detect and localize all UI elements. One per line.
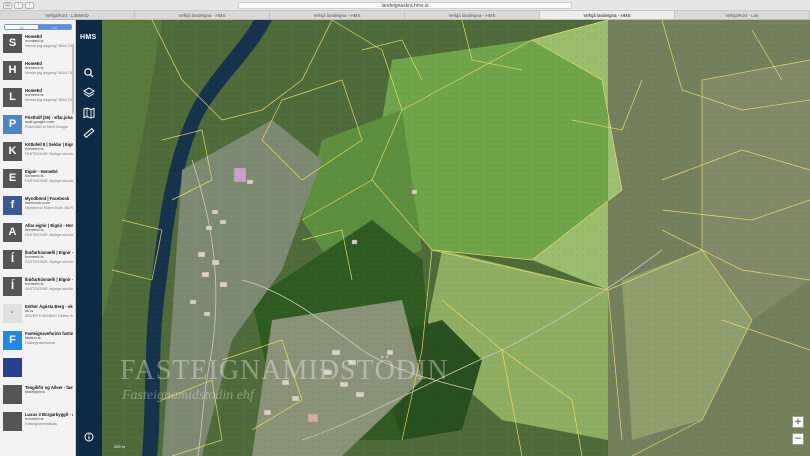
- site-thumbnail-icon: P: [3, 115, 22, 134]
- reading-list-item[interactable]: H HomeEd homeed.is Ventar þig aðgang? BÚA T…: [3, 61, 73, 85]
- browser-tab[interactable]: Vefsjá/Kort - L3M4ND: [0, 11, 135, 19]
- info-icon[interactable]: [82, 430, 96, 442]
- reading-list-item-text: Íbúðarhúsnæði | Eignir - HomeEdhomeed.is…: [25, 250, 73, 274]
- reading-list-item[interactable]: Tengiliðir og Aðser - fasteignir.isfaste…: [3, 385, 73, 409]
- site-thumbnail-icon: K: [3, 142, 22, 161]
- zoom-in-button[interactable]: +: [792, 416, 804, 428]
- site-thumbnail-icon: [3, 358, 22, 377]
- site-thumbnail-icon: L: [3, 88, 22, 107]
- reading-list-item[interactable]: f Myndbönd | Facebook facebook.com Myndbönd…: [3, 196, 73, 220]
- watermark-subtitle: Fasteignamidstodin ehf: [122, 388, 254, 403]
- browser-tab[interactable]: Vefsjá/Kort - Leit: [675, 11, 810, 19]
- ruler-icon[interactable]: [82, 126, 96, 139]
- map-scale-bar: 200 m: [114, 444, 125, 449]
- reading-list-item[interactable]: · Esther Ágústa Berg - ok.is ok.is ADVERTIS…: [3, 304, 73, 328]
- browser-tab[interactable]: Vefsjá landeigna - HMS: [135, 11, 270, 19]
- reading-list-item-text: HomeEd homeed.is Ventar þig aðgang? BÚA TI…: [25, 34, 73, 58]
- reading-list-item-text: Eignir - HomeEd homeed.is FASTEIGNIR: Nýle…: [25, 169, 73, 193]
- item-site: fasteignir.is: [25, 389, 46, 394]
- item-description: ADVERTISEMENT Esther Ágústa Berg Se...: [25, 313, 73, 318]
- reading-list-item[interactable]: F Fasteignavefurinn fastinn fastinn.is Fast…: [3, 331, 73, 355]
- window-controls: ▤ ‹ ›: [3, 2, 34, 9]
- reading-list-item-text: Fasteignavefurinn fastinn fastinn.is Faste…: [25, 331, 73, 355]
- site-thumbnail-icon: f: [3, 196, 22, 215]
- reading-list-item-text: Íbúðarhúsnæði | Eignir - HomeEdhomeed.is…: [25, 277, 73, 301]
- site-thumbnail-icon: Í: [3, 250, 22, 269]
- site-thumbnail-icon: A: [3, 223, 22, 242]
- reading-list-item[interactable]: S HomeEd homeed.is Ventar þig aðgang? BÚA T…: [3, 34, 73, 58]
- browser-tab[interactable]: Vefsjá landeigna - HMS: [405, 11, 540, 19]
- item-description: Ventar þig aðgang? BÚA TIL AÐGANG HomeEd…: [25, 43, 73, 48]
- reading-list-item[interactable]: AAllar eignir | Eignir - HomeEdhomeed.is…: [3, 223, 73, 247]
- browser-tab[interactable]: Vefsjá landeigna - HMS: [270, 11, 405, 19]
- search-icon[interactable]: [82, 66, 96, 78]
- bookmarks-segment[interactable]: 📖: [5, 25, 38, 29]
- reading-list-item-text: HomeEd homeed.is Ventar þig aðgang? BÚA TI…: [25, 61, 73, 85]
- hms-logo: HMS: [80, 34, 97, 41]
- item-description: Fasteignavefurinn: [25, 340, 56, 345]
- reading-list-item[interactable]: ÍÍbúðarhúsnæði | Eignir - HomeEdhomeed.i…: [3, 250, 73, 274]
- reading-list-item[interactable]: L HomeEd homeed.is Ventar þig aðgang? BÚA T…: [3, 88, 73, 112]
- item-description: Ventar þig aðgang? BÚA TIL AÐGANG HomeEd…: [25, 97, 73, 102]
- reading-list-item[interactable]: PPósthólf (26) - elfar.johannsson@g...ma…: [3, 115, 73, 139]
- site-thumbnail-icon: H: [3, 61, 22, 80]
- reading-list-item-text: HomeEd homeed.is Ventar þig aðgang? BÚA TI…: [25, 88, 73, 112]
- back-button[interactable]: ‹: [14, 2, 23, 9]
- item-description: Myndbönd Marra Horn Vik Reels Shows Skoð…: [25, 205, 73, 210]
- site-thumbnail-icon: Í: [3, 277, 22, 296]
- satellite-map[interactable]: + − 200 m FASTEIGNAMIÐSTÖÐIN Fasteignami…: [102, 20, 810, 456]
- reading-list-item-text: Esther Ágústa Berg - ok.is ok.is ADVERTISE…: [25, 304, 73, 328]
- map-nav-strip: HMS: [76, 20, 102, 456]
- site-thumbnail-icon: [3, 385, 22, 404]
- tab-strip: Vefsjá/Kort - L3M4ND Vefsjá landeigna - …: [0, 11, 810, 20]
- reading-list-item[interactable]: Luxus 3 Borgarbyggð - Aðser Kjartansdótt…: [3, 412, 73, 436]
- reading-list-item-text: Myndbönd | Facebook facebook.com Myndbönd …: [25, 196, 73, 220]
- item-description: Pósthólfið al Netfi Google: [25, 124, 68, 129]
- watermark-title: FASTEIGNAMIÐSTÖÐIN: [120, 355, 449, 386]
- sidebar-toggle-button[interactable]: ▤: [3, 2, 12, 9]
- reading-list-item[interactable]: ÍÍbúðarhúsnæði | Eignir - HomeEdhomeed.i…: [3, 277, 73, 301]
- reading-list-item[interactable]: [3, 358, 73, 382]
- site-thumbnail-icon: ·: [3, 304, 22, 323]
- item-description: FASTEIGNIR: Nýlega skoðað IS Öfer Frept …: [25, 178, 73, 183]
- item-description: FASTEIGNIR: Nýlega skoðað IS Öfer Frept …: [25, 286, 73, 291]
- sidebar-segmented-control: 📖 ○○: [4, 24, 72, 30]
- site-thumbnail-icon: E: [3, 169, 22, 188]
- sidebar-scrollbar[interactable]: [72, 44, 74, 114]
- reading-list-item-text: [25, 358, 73, 382]
- address-bar[interactable]: landeignaskra.hms.is: [238, 2, 572, 9]
- map-icon[interactable]: [82, 106, 96, 119]
- reading-list-item[interactable]: KKötlufell 8 | Seldar | Eignir - HomeEdh…: [3, 142, 73, 166]
- reading-list-item[interactable]: E Eignir - HomeEd homeed.is FASTEIGNIR: Nýl…: [3, 169, 73, 193]
- item-description: Ventar þig aðgang? BÚA TIL AÐGANG HomeEd…: [25, 70, 73, 75]
- item-description: FASTEIGNIR: Nýlega skoðað IS Öfer Frept …: [25, 232, 73, 237]
- site-thumbnail-icon: F: [3, 331, 22, 350]
- reading-list-item-text: Tengiliðir og Aðser - fasteignir.isfaste…: [25, 385, 73, 409]
- browser-tab-active[interactable]: Vefsjá landeigna - HMS: [540, 11, 675, 19]
- scale-label: 200 m: [114, 444, 126, 449]
- item-description: FASTEIGNIR: Nýlega skoðað IS Öfer Frept …: [25, 151, 73, 156]
- layers-icon[interactable]: [82, 86, 96, 98]
- browser-titlebar: ▤ ‹ › landeignaskra.hms.is: [0, 0, 810, 11]
- reading-list-sidebar: 📖 ○○ S HomeEd homeed.is Ventar þig aðgang? …: [0, 20, 76, 456]
- reading-list-item-text: Allar eignir | Eignir - HomeEdhomeed.isF…: [25, 223, 73, 247]
- site-thumbnail-icon: [3, 412, 22, 431]
- item-description: Fasteignaheildsala: [25, 421, 57, 426]
- item-description: FASTEIGNIR: Nýlega skoðað IS Öfer Frept …: [25, 259, 73, 264]
- site-thumbnail-icon: S: [3, 34, 22, 53]
- forward-button[interactable]: ›: [25, 2, 34, 9]
- reading-list-item-text: Kötlufell 8 | Seldar | Eignir - HomeEdho…: [25, 142, 73, 166]
- reading-list-segment[interactable]: ○○: [38, 25, 71, 29]
- reading-list-item-text: Luxus 3 Borgarbyggð - Aðser Kjartansdótt…: [25, 412, 73, 436]
- reading-list-item-text: Pósthólf (26) - elfar.johannsson@g...mai…: [25, 115, 73, 139]
- zoom-out-button[interactable]: −: [792, 433, 804, 445]
